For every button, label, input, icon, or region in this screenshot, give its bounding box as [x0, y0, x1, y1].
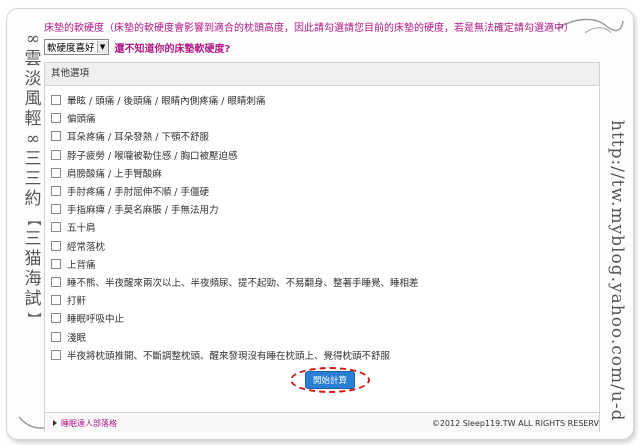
checkbox[interactable]	[51, 331, 61, 342]
blog-link-label: 睡眠達人部落格	[61, 418, 117, 428]
watermark-left: ∞ 雲 淡 風 輕 ∞ 三 三 約 【 三 猫 海 試 】	[24, 29, 42, 326]
option-item[interactable]: 睡眠呼吸中止	[51, 309, 599, 327]
checkbox[interactable]	[51, 149, 61, 160]
option-item[interactable]: 耳朵疼痛 / 耳朵發熱 / 下顎不舒服	[51, 127, 599, 145]
highlight-circle: 開始計算	[290, 367, 370, 393]
option-label: 偏頭痛	[67, 114, 96, 126]
copyright-text: ©2012 Sleep119.TW ALL RIGHTS RESERV	[431, 418, 599, 428]
option-label: 五十肩	[67, 223, 96, 235]
checkbox[interactable]	[51, 95, 61, 106]
firmness-select-value: 軟硬度喜好	[47, 43, 95, 54]
panel-title: 其他選項	[45, 63, 599, 86]
option-item[interactable]: 偏頭痛	[51, 109, 599, 127]
checkbox[interactable]	[51, 313, 61, 324]
option-label: 睡不熊、半夜醒來兩次以上、半夜頻尿、提不起勁、不易翻身、整著手睡覺、睡相差	[67, 277, 419, 289]
watermark-right: http://tw.myblog.yahoo.com/u-d	[607, 120, 625, 422]
blog-link[interactable]: 睡眠達人部落格	[53, 418, 117, 429]
checkbox[interactable]	[51, 295, 61, 306]
checkbox[interactable]	[51, 240, 61, 251]
triangle-right-icon	[53, 420, 57, 426]
firmness-description: 床墊的軟硬度（床墊的軟硬度會影響到適合的枕頭高度，因此請勾選請您目前的床墊的硬度…	[44, 23, 574, 34]
option-item[interactable]: 上背痛	[51, 255, 599, 273]
checkbox[interactable]	[51, 222, 61, 233]
options-list: 暈眩 / 頭痛 / 後頭痛 / 眼睛內側疼痛 / 眼睛刺痛 偏頭痛 耳朵疼痛 /…	[45, 86, 599, 364]
checkbox[interactable]	[51, 113, 61, 124]
firmness-select[interactable]: 軟硬度喜好 ▼	[44, 39, 109, 55]
option-label: 上背痛	[67, 259, 96, 271]
option-item[interactable]: 五十肩	[51, 218, 599, 236]
checkbox[interactable]	[51, 276, 61, 287]
option-label: 脖子疲勞 / 喉嚨被勒住感 / 胸口被壓迫感	[67, 150, 238, 162]
option-label: 睡眠呼吸中止	[67, 314, 125, 326]
option-label: 手肘疼痛 / 手肘屈伸不順 / 手僵硬	[67, 187, 209, 199]
option-item[interactable]: 半夜將枕頭推開、不斷調整枕頭、醒來發現沒有睡在枕頭上、覺得枕頭不舒服	[51, 346, 599, 364]
checkbox[interactable]	[51, 167, 61, 178]
option-item[interactable]: 暈眩 / 頭痛 / 後頭痛 / 眼睛內側疼痛 / 眼睛刺痛	[51, 91, 599, 109]
option-label: 淺眠	[67, 332, 87, 344]
firmness-row: 軟硬度喜好 ▼ 還不知道你的床墊軟硬度?	[44, 38, 600, 56]
chevron-down-icon: ▼	[96, 41, 108, 53]
option-item[interactable]: 淺眠	[51, 327, 599, 345]
option-label: 耳朵疼痛 / 耳朵發熱 / 下顎不舒服	[67, 132, 209, 144]
option-item[interactable]: 睡不熊、半夜醒來兩次以上、半夜頻尿、提不起勁、不易翻身、整著手睡覺、睡相差	[51, 273, 599, 291]
option-item[interactable]: 脖子疲勞 / 喉嚨被勒住感 / 胸口被壓迫感	[51, 146, 599, 164]
checkbox[interactable]	[51, 258, 61, 269]
checkbox[interactable]	[51, 186, 61, 197]
option-item[interactable]: 打鼾	[51, 291, 599, 309]
option-label: 肩膀酸痛 / 上手臂酸麻	[67, 168, 162, 180]
option-label: 暈眩 / 頭痛 / 後頭痛 / 眼睛內側疼痛 / 眼睛刺痛	[67, 96, 266, 108]
option-label: 經常落枕	[67, 241, 106, 253]
form-content: 床墊的軟硬度（床墊的軟硬度會影響到適合的枕頭高度，因此請勾選請您目前的床墊的硬度…	[44, 22, 600, 432]
footer-bar: 睡眠達人部落格 ©2012 Sleep119.TW ALL RIGHTS RES…	[45, 412, 599, 432]
option-item[interactable]: 手指麻痺 / 手莫名麻脹 / 手無法用力	[51, 200, 599, 218]
option-item[interactable]: 手肘疼痛 / 手肘屈伸不順 / 手僵硬	[51, 182, 599, 200]
firmness-hint-link[interactable]: 還不知道你的床墊軟硬度?	[115, 40, 231, 55]
option-label: 半夜將枕頭推開、不斷調整枕頭、醒來發現沒有睡在枕頭上、覺得枕頭不舒服	[67, 350, 391, 362]
checkbox[interactable]	[51, 131, 61, 142]
option-label: 手指麻痺 / 手莫名麻脹 / 手無法用力	[67, 205, 219, 217]
start-calculate-button[interactable]: 開始計算	[304, 371, 355, 389]
checkbox[interactable]	[51, 204, 61, 215]
checkbox[interactable]	[51, 349, 61, 360]
option-label: 打鼾	[67, 296, 87, 308]
option-item[interactable]: 肩膀酸痛 / 上手臂酸麻	[51, 164, 599, 182]
option-item[interactable]: 經常落枕	[51, 237, 599, 255]
other-options-panel: 其他選項 暈眩 / 頭痛 / 後頭痛 / 眼睛內側疼痛 / 眼睛刺痛 偏頭痛 耳…	[44, 62, 600, 432]
